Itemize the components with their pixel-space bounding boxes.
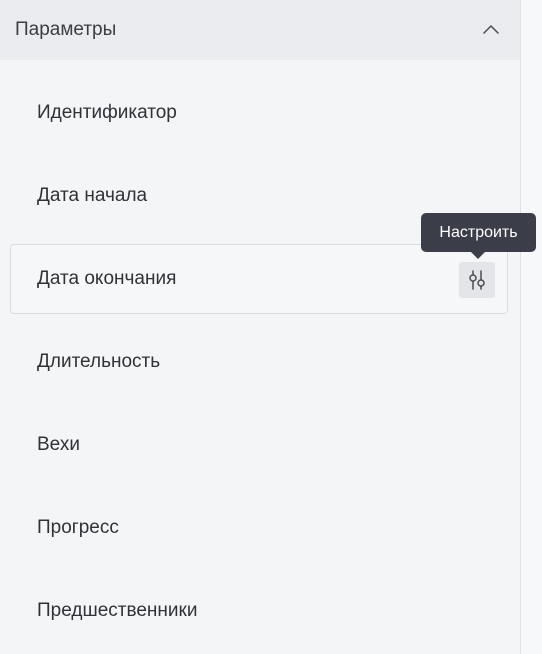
item-label: Вехи <box>37 434 80 455</box>
parameters-panel: Параметры Идентификатор Дата начала Дата… <box>0 0 520 654</box>
section-header-parameters[interactable]: Параметры <box>0 0 520 60</box>
tooltip-text: Настроить <box>439 223 518 241</box>
tooltip: Настроить <box>421 213 536 252</box>
list-item-end-date[interactable]: Дата окончания <box>10 244 508 314</box>
item-label: Дата окончания <box>37 268 177 289</box>
list-item-identifier[interactable]: Идентификатор <box>10 78 508 148</box>
list-item-progress[interactable]: Прогресс <box>10 493 508 563</box>
list-item-milestones[interactable]: Вехи <box>10 410 508 480</box>
configure-button[interactable] <box>459 262 495 298</box>
sliders-icon <box>469 270 485 290</box>
tooltip-arrow <box>471 252 485 259</box>
item-label: Длительность <box>37 351 161 372</box>
item-label: Предшественники <box>37 600 198 621</box>
item-label: Идентификатор <box>37 102 177 123</box>
scroll-area <box>521 0 542 654</box>
item-label: Дата начала <box>37 185 148 206</box>
list-item-duration[interactable]: Длительность <box>10 327 508 397</box>
list-item-predecessors[interactable]: Предшественники <box>10 576 508 646</box>
section-title: Параметры <box>15 19 117 40</box>
item-label: Прогресс <box>37 517 119 538</box>
chevron-up-icon[interactable] <box>482 21 500 39</box>
